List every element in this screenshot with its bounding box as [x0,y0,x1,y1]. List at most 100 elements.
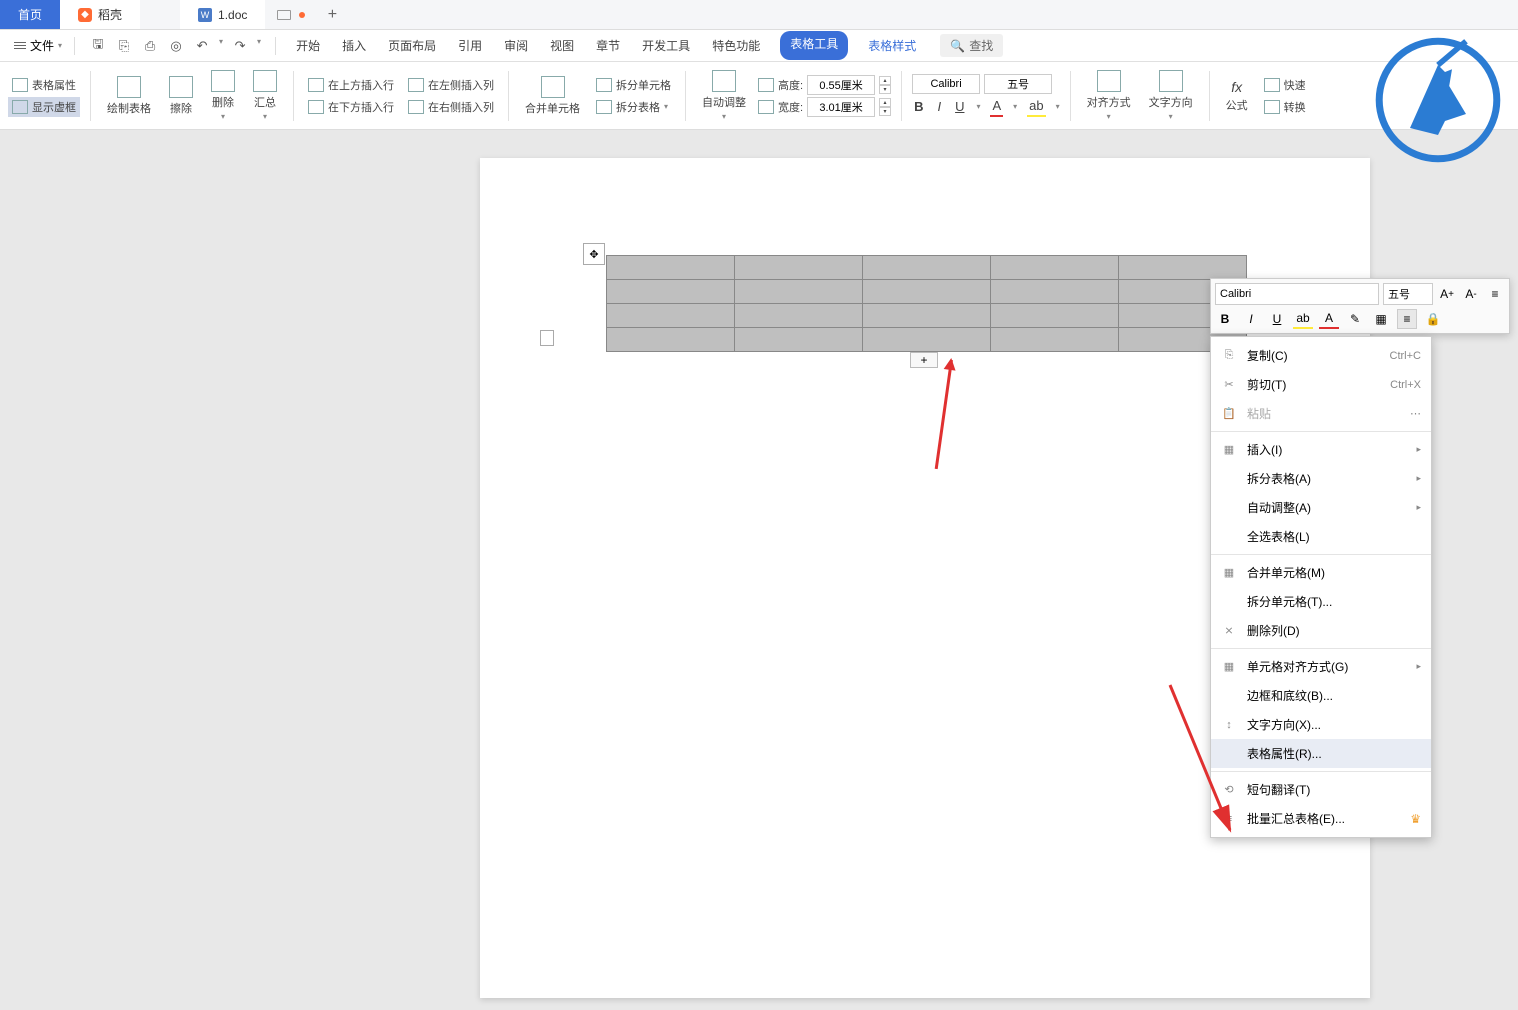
tab-view[interactable]: 视图 [548,31,576,60]
eraser-button[interactable]: 擦除 [163,72,199,120]
mini-font-select[interactable] [1215,283,1379,305]
tab-dev-tools[interactable]: 开发工具 [640,31,692,60]
height-down[interactable]: ▾ [879,85,891,94]
cm-text-direction[interactable]: ↕ 文字方向(X)... [1211,710,1431,739]
redo-dropdown-icon[interactable]: ▾ [257,37,261,55]
chevron-right-icon: ▸ [1416,502,1421,513]
auto-adjust-icon [712,70,736,92]
bold-button[interactable]: B [912,97,925,116]
tab-insert[interactable]: 插入 [340,31,368,60]
summary-button[interactable]: 汇总▾ [247,66,283,125]
add-row-button[interactable]: + [910,352,938,368]
menu-bar: 文件 ▾ 🖫 ⎘ ⎙ ◎ ↶ ▾ ↷ ▾ 开始 插入 页面布局 引用 审阅 视图… [0,30,1518,62]
cm-insert[interactable]: ▦ 插入(I) ▸ [1211,435,1431,464]
show-gridlines-button[interactable]: 显示虚框 [8,97,80,117]
tab-page-layout[interactable]: 页面布局 [386,31,438,60]
undo-dropdown-icon[interactable]: ▾ [219,37,223,55]
mini-underline-button[interactable]: U [1267,309,1287,329]
width-up[interactable]: ▴ [879,98,891,107]
font-color-button[interactable]: A [990,96,1003,117]
add-tab-button[interactable]: + [317,0,347,29]
tab-table-tools[interactable]: 表格工具 [780,31,848,60]
text-direction-button[interactable]: 文字方向▾ [1143,66,1199,125]
tab-home-label: 首页 [18,6,42,23]
table-move-handle[interactable]: ✥ [583,243,605,265]
width-input[interactable] [807,97,875,117]
insert-row-below-button[interactable]: 在下方插入行 [304,97,398,117]
mini-font-color-button[interactable]: A [1319,309,1339,329]
cm-delete-col[interactable]: ⨯ 删除列(D) [1211,616,1431,645]
file-menu[interactable]: 文件 ▾ [8,34,68,57]
height-up[interactable]: ▴ [879,76,891,85]
mini-border-button[interactable]: ▦ [1371,309,1391,329]
save-as-button[interactable]: ⎘ [115,37,133,55]
cm-table-properties[interactable]: 表格属性(R)... [1211,739,1431,768]
mini-bold-button[interactable]: B [1215,309,1235,329]
formula-button[interactable]: fx公式 [1220,75,1254,117]
insert-left-icon [408,78,424,92]
insert-col-right-button[interactable]: 在右侧插入列 [404,97,498,117]
cm-batch-summary[interactable]: ≡ 批量汇总表格(E)... ♛ [1211,804,1431,833]
underline-button[interactable]: U [953,97,966,116]
cm-split-table[interactable]: 拆分表格(A) ▸ [1211,464,1431,493]
font-size-select[interactable] [984,74,1052,94]
insert-row-above-button[interactable]: 在上方插入行 [304,75,398,95]
quick-button[interactable]: 快速 [1260,75,1310,95]
print-preview-button[interactable]: ◎ [167,37,185,55]
tab-document[interactable]: W 1.doc [180,0,265,29]
split-table-button[interactable]: 拆分表格▾ [592,97,675,117]
save-button[interactable]: 🖫 [89,37,107,55]
insert-col-left-button[interactable]: 在左侧插入列 [404,75,498,95]
width-down[interactable]: ▾ [879,107,891,116]
print-button[interactable]: ⎙ [141,37,159,55]
cm-merge-cells[interactable]: ▦ 合并单元格(M) [1211,558,1431,587]
cm-cut[interactable]: ✂ 剪切(T) Ctrl+X [1211,370,1431,399]
merge-cells-icon: ▦ [1221,566,1237,580]
split-cells-icon [596,78,612,92]
font-name-select[interactable] [912,74,980,94]
cm-cell-align[interactable]: ▦ 单元格对齐方式(G) ▸ [1211,652,1431,681]
crown-icon: ♛ [1410,812,1421,826]
tab-start[interactable]: 开始 [294,31,322,60]
cm-copy[interactable]: ⎘ 复制(C) Ctrl+C [1211,341,1431,370]
tab-section[interactable]: 章节 [594,31,622,60]
tab-review[interactable]: 审阅 [502,31,530,60]
tab-home[interactable]: 首页 [0,0,60,29]
delete-col-icon: ⨯ [1221,624,1237,638]
cm-auto-adjust[interactable]: 自动调整(A) ▸ [1211,493,1431,522]
line-spacing-button[interactable]: ≡ [1485,284,1505,304]
table-properties-button[interactable]: 表格属性 [8,75,80,95]
tab-docer-label: 稻壳 [98,6,122,23]
height-input[interactable] [807,75,875,95]
tab-docer[interactable]: ◆ 稻壳 [60,0,140,29]
tab-reference[interactable]: 引用 [456,31,484,60]
auto-adjust-button[interactable]: 自动调整▾ [696,66,752,125]
mini-italic-button[interactable]: I [1241,309,1261,329]
redo-button[interactable]: ↷ [231,37,249,55]
split-cells-button[interactable]: 拆分单元格 [592,75,675,95]
cm-split-cells[interactable]: 拆分单元格(T)... [1211,587,1431,616]
cm-phrase-translate[interactable]: ⟲ 短句翻译(T) [1211,775,1431,804]
tab-special[interactable]: 特色功能 [710,31,762,60]
search-input[interactable]: 🔍 查找 [940,34,1003,57]
document-table[interactable] [606,255,1247,352]
mini-align-button[interactable]: ≡ [1397,309,1417,329]
cm-border-shading[interactable]: 边框和底纹(B)... [1211,681,1431,710]
align-button[interactable]: 对齐方式▾ [1081,66,1137,125]
text-dir-icon: ↕ [1221,718,1237,732]
increase-font-button[interactable]: A+ [1437,284,1457,304]
delete-button[interactable]: 删除▾ [205,66,241,125]
merge-cells-button[interactable]: 合并单元格 [519,72,586,120]
decrease-font-button[interactable]: A- [1461,284,1481,304]
mini-format-painter-button[interactable]: ✎ [1345,309,1365,329]
cm-select-all-table[interactable]: 全选表格(L) [1211,522,1431,551]
undo-button[interactable]: ↶ [193,37,211,55]
tab-table-style[interactable]: 表格样式 [866,31,918,60]
highlight-button[interactable]: ab [1027,96,1045,117]
draw-table-button[interactable]: 绘制表格 [101,72,157,120]
convert-button[interactable]: 转换 [1260,97,1310,117]
mini-highlight-button[interactable]: ab [1293,309,1313,329]
italic-button[interactable]: I [935,97,943,116]
mini-lock-button[interactable]: 🔒 [1423,309,1443,329]
mini-size-select[interactable] [1383,283,1433,305]
